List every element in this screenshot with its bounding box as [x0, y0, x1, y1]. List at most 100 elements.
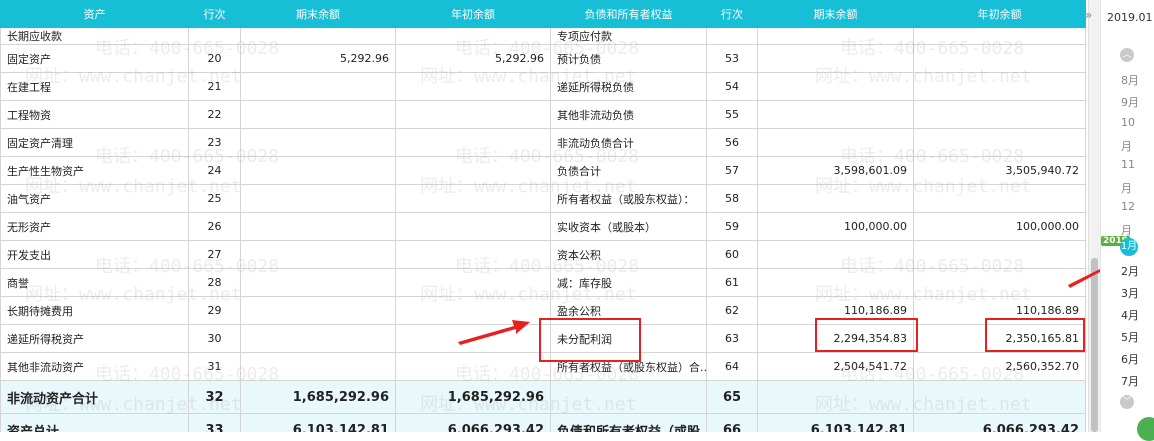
cell-line[interactable]: 25: [188, 184, 241, 213]
cell-begin[interactable]: [395, 128, 551, 157]
cell-line[interactable]: 26: [188, 212, 241, 241]
month-item[interactable]: 3月: [1121, 285, 1139, 301]
table-row[interactable]: 工程物资 22 其他非流动负债 55: [0, 100, 1086, 129]
month-item[interactable]: 月: [1121, 138, 1132, 154]
cell-liab[interactable]: 非流动负债合计: [550, 128, 707, 157]
cell-end2[interactable]: 6,103,142.81: [757, 413, 914, 432]
cell-begin2[interactable]: 2,560,352.70: [913, 352, 1086, 381]
cell-line[interactable]: 20: [188, 44, 241, 73]
cell-line2[interactable]: 65: [706, 380, 758, 414]
cell-end[interactable]: 6,103,142.81: [240, 413, 396, 432]
scrollbar-thumb[interactable]: [1091, 258, 1098, 432]
cell-begin[interactable]: [395, 324, 551, 353]
cell-begin[interactable]: [395, 268, 551, 297]
total-row[interactable]: 资产总计 33 6,103,142.81 6,066,293.42 负债和所有者权益（或…: [0, 413, 1086, 432]
current-month[interactable]: 1月: [1120, 238, 1138, 256]
table-row[interactable]: 在建工程 21 递延所得税负债 54: [0, 72, 1086, 101]
cell-end[interactable]: [240, 212, 396, 241]
cell-begin[interactable]: [395, 212, 551, 241]
cell-asset[interactable]: 无形资产: [0, 212, 189, 241]
table-row[interactable]: 固定资产清理 23 非流动负债合计 56: [0, 128, 1086, 157]
header-line-2[interactable]: 行次: [706, 0, 758, 28]
cell-begin2[interactable]: [913, 380, 1086, 414]
header-asset[interactable]: 资产: [0, 0, 189, 28]
table-row-partial[interactable]: 长期应收款 专项应付款: [0, 27, 1086, 45]
cell-line[interactable]: 23: [188, 128, 241, 157]
cell-liab[interactable]: 专项应付款: [550, 27, 707, 45]
cell-end2[interactable]: [757, 128, 914, 157]
cell-begin2[interactable]: [913, 268, 1086, 297]
cell-end2[interactable]: 2,294,354.83: [757, 324, 914, 353]
table-row[interactable]: 无形资产 26 实收资本（或股本） 59 100,000.00 100,000.00: [0, 212, 1086, 241]
month-item[interactable]: 8月: [1121, 72, 1139, 88]
cell-begin[interactable]: 5,292.96: [395, 44, 551, 73]
cell-line2[interactable]: 57: [706, 156, 758, 185]
cell-line[interactable]: 30: [188, 324, 241, 353]
cell-liab[interactable]: [550, 380, 707, 414]
cell-line2[interactable]: 60: [706, 240, 758, 269]
table-row[interactable]: 商誉 28 减：库存股 61: [0, 268, 1086, 297]
cell-line[interactable]: 22: [188, 100, 241, 129]
cell-end2[interactable]: [757, 100, 914, 129]
cell-line2[interactable]: 63: [706, 324, 758, 353]
cell-asset[interactable]: 长期待摊费用: [0, 296, 189, 325]
cell-begin[interactable]: [395, 240, 551, 269]
table-row[interactable]: 递延所得税资产 30 未分配利润 63 2,294,354.83 2,350,165.81: [0, 324, 1086, 353]
cell-end2[interactable]: [757, 44, 914, 73]
cell-line[interactable]: 27: [188, 240, 241, 269]
cell-liab[interactable]: 未分配利润: [550, 324, 707, 353]
cell-line[interactable]: 21: [188, 72, 241, 101]
cell-end[interactable]: [240, 184, 396, 213]
month-item[interactable]: 2月: [1121, 263, 1139, 279]
cell-asset[interactable]: 在建工程: [0, 72, 189, 101]
cell-liab[interactable]: 预计负债: [550, 44, 707, 73]
cell-begin2[interactable]: [913, 184, 1086, 213]
cell-begin2[interactable]: [913, 44, 1086, 73]
cell-end[interactable]: [240, 296, 396, 325]
period-select[interactable]: 2019.01: [1107, 11, 1153, 24]
cell-begin2[interactable]: [913, 72, 1086, 101]
cell-end[interactable]: [240, 268, 396, 297]
month-item[interactable]: 10: [1121, 116, 1135, 129]
cell-begin[interactable]: [395, 100, 551, 129]
cell-end[interactable]: 5,292.96: [240, 44, 396, 73]
table-row[interactable]: 油气资产 25 所有者权益（或股东权益）： 58: [0, 184, 1086, 213]
cell-liab[interactable]: 资本公积: [550, 240, 707, 269]
cell-liab[interactable]: 减：库存股: [550, 268, 707, 297]
cell-line2[interactable]: 58: [706, 184, 758, 213]
cell-end2[interactable]: 2,504,541.72: [757, 352, 914, 381]
cell-line[interactable]: 32: [188, 380, 241, 414]
cell-asset[interactable]: 资产总计: [0, 413, 189, 432]
collapse-panel-icon[interactable]: »: [1085, 8, 1092, 22]
cell-line2[interactable]: 62: [706, 296, 758, 325]
cell-asset[interactable]: 油气资产: [0, 184, 189, 213]
cell-line[interactable]: 24: [188, 156, 241, 185]
cell-line2[interactable]: 66: [706, 413, 758, 432]
cell-liab[interactable]: 递延所得税负债: [550, 72, 707, 101]
month-item[interactable]: 9月: [1121, 94, 1139, 110]
cell-end2[interactable]: [757, 380, 914, 414]
cell-begin[interactable]: [395, 184, 551, 213]
cell-begin2[interactable]: [913, 100, 1086, 129]
scroll-down-icon[interactable]: ﹀: [1120, 395, 1134, 409]
cell-line[interactable]: 29: [188, 296, 241, 325]
cell-end2[interactable]: 100,000.00: [757, 212, 914, 241]
cell-asset[interactable]: 递延所得税资产: [0, 324, 189, 353]
cell-begin[interactable]: 6,066,293.42: [395, 413, 551, 432]
cell-asset[interactable]: 非流动资产合计: [0, 380, 189, 414]
cell-line[interactable]: 33: [188, 413, 241, 432]
table-row[interactable]: 长期待摊费用 29 盈余公积 62 110,186.89 110,186.89: [0, 296, 1086, 325]
header-liabilities-equity[interactable]: 负债和所有者权益: [550, 0, 707, 28]
month-item[interactable]: 月: [1121, 180, 1132, 196]
cell-liab[interactable]: 所有者权益（或股东权益）合...: [550, 352, 707, 381]
cell-end[interactable]: [240, 72, 396, 101]
cell-asset[interactable]: 工程物资: [0, 100, 189, 129]
cell-begin[interactable]: 1,685,292.96: [395, 380, 551, 414]
table-row[interactable]: 其他非流动资产 31 所有者权益（或股东权益）合... 64 2,504,541.72 2…: [0, 352, 1086, 381]
cell-asset[interactable]: 生产性生物资产: [0, 156, 189, 185]
cell-liab[interactable]: 实收资本（或股本）: [550, 212, 707, 241]
month-item[interactable]: 11: [1121, 158, 1135, 171]
cell-begin2[interactable]: 100,000.00: [913, 212, 1086, 241]
floating-action-icon[interactable]: [1137, 417, 1154, 441]
cell-begin2[interactable]: 2,350,165.81: [913, 324, 1086, 353]
